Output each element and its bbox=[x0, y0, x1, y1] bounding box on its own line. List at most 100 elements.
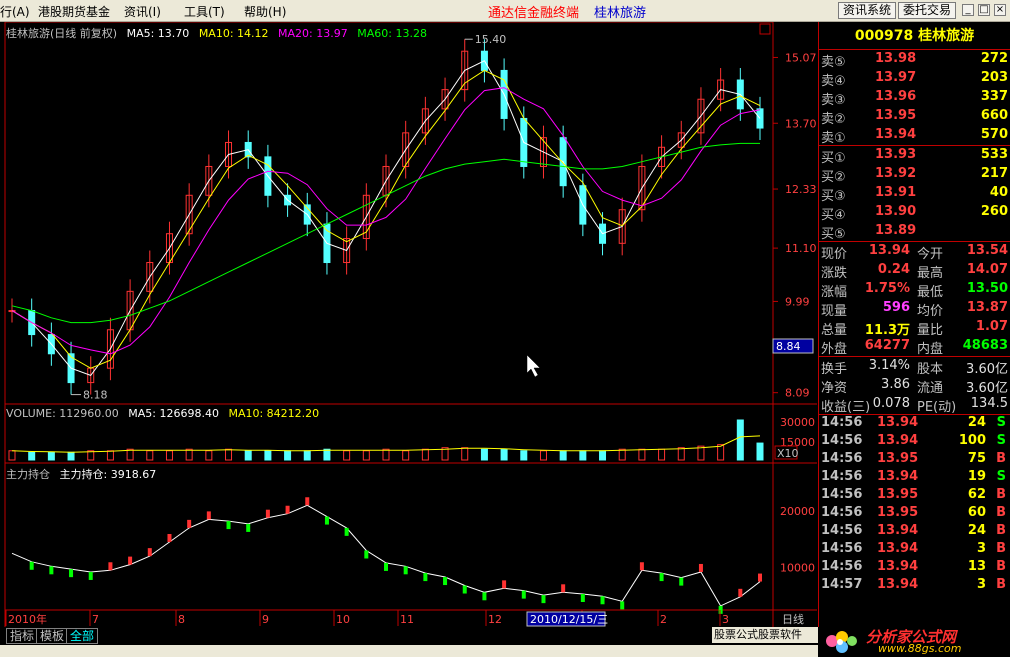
ask-row[interactable]: 卖③ 13.96 337 bbox=[819, 88, 1010, 108]
volume-bar bbox=[28, 451, 36, 461]
bid-label: 买① bbox=[821, 151, 846, 166]
indicator-value: 主力持仓: 3918.67 bbox=[59, 468, 157, 481]
volume-bar bbox=[520, 450, 528, 461]
bid-label: 买④ bbox=[821, 208, 846, 223]
volume-bar bbox=[480, 448, 488, 461]
indicator-bar bbox=[482, 592, 487, 601]
stat-label: 量比 bbox=[917, 323, 944, 338]
volume-bar bbox=[461, 447, 469, 461]
chart-area[interactable]: 15.40 8.18 15.07 13.70 12.33 11.10 9.99 8.09 8.… bbox=[0, 22, 817, 627]
tick-row: 14:57 13.94 3 B bbox=[819, 577, 1010, 595]
minimize-icon[interactable]: _ bbox=[962, 4, 974, 16]
stat-label: 总量 bbox=[821, 323, 848, 338]
quote-stats: 现价 13.94 今开 13.54 涨跌 0.24 最高 14.07 涨幅 1.75% 最低 13.5… bbox=[819, 242, 1010, 357]
tick-side: B bbox=[996, 487, 1006, 502]
mouse-cursor-icon bbox=[526, 354, 541, 378]
ask-row[interactable]: 卖④ 13.97 203 bbox=[819, 69, 1010, 89]
stat-value: 134.5 bbox=[970, 396, 1008, 411]
stat-row: 涨跌 0.24 最高 14.07 bbox=[819, 261, 1010, 281]
indicator-bar bbox=[580, 594, 585, 602]
volume-bar bbox=[225, 448, 233, 461]
stat-value: 3.60亿 bbox=[966, 381, 1008, 396]
ask-row[interactable]: 卖⑤ 13.98 272 bbox=[819, 50, 1010, 70]
menu-item-hk-futures[interactable]: 港股期货基金 bbox=[38, 3, 110, 20]
bid-volume: 260 bbox=[980, 204, 1008, 219]
indicator-bar bbox=[226, 521, 231, 530]
time-axis-label: 8 bbox=[178, 613, 185, 626]
tab-all[interactable]: 全部 bbox=[66, 628, 99, 644]
tick-row: 14:56 13.94 19 S bbox=[819, 469, 1010, 487]
period-label: 日线 bbox=[782, 612, 804, 626]
time-axis-label: 10 bbox=[336, 613, 350, 626]
stat-label: 今开 bbox=[917, 247, 944, 262]
time-axis-label: 11 bbox=[400, 613, 414, 626]
bid-label: 买⑤ bbox=[821, 227, 846, 242]
tick-volume: 62 bbox=[967, 487, 986, 502]
stat-label: 收益(三) bbox=[821, 400, 871, 415]
tick-side: B bbox=[996, 451, 1006, 466]
time-axis-label: 12 bbox=[488, 613, 502, 626]
price-header: 桂林旅游(日线 前复权) MA5: 13.70 MA10: 14.12 MA20… bbox=[6, 25, 433, 41]
price-plot: 15.40 8.18 bbox=[8, 33, 764, 402]
tick-side: B bbox=[996, 559, 1006, 574]
ask-row[interactable]: 卖① 13.94 570 bbox=[819, 126, 1010, 146]
bid-row[interactable]: 买② 13.92 217 bbox=[819, 165, 1010, 185]
ad-banner[interactable]: 股票公式股票软件 bbox=[712, 627, 818, 643]
menu-item-info[interactable]: 资讯(I) bbox=[124, 3, 161, 20]
stat-value: 1.07 bbox=[975, 319, 1008, 334]
logo-url: www.88gs.com bbox=[878, 642, 962, 655]
ask-label: 卖③ bbox=[821, 93, 846, 108]
ask-volume: 337 bbox=[980, 89, 1008, 104]
bid-row[interactable]: 买① 13.93 533 bbox=[819, 146, 1010, 166]
tick-list: 14:56 13.94 24 S 14:56 13.94 100 S 14:56 13.95 75 B… bbox=[819, 415, 1010, 595]
volume-bar bbox=[205, 450, 213, 461]
site-logo: 分析家公式网 www.88gs.com bbox=[818, 627, 1010, 657]
tick-side: B bbox=[996, 541, 1006, 556]
close-icon[interactable]: × bbox=[994, 4, 1006, 16]
low-label: 8.18 bbox=[83, 389, 108, 402]
panel-toggle-icon[interactable] bbox=[759, 23, 771, 35]
ask-row[interactable]: 卖② 13.95 660 bbox=[819, 107, 1010, 127]
tick-price: 13.94 bbox=[877, 469, 919, 484]
tick-side: B bbox=[996, 577, 1006, 592]
high-label: 15.40 bbox=[475, 33, 507, 46]
stat-value: 3.60亿 bbox=[966, 362, 1008, 377]
tick-time: 14:56 bbox=[821, 487, 863, 502]
tick-side: S bbox=[996, 415, 1006, 430]
stat-value: 13.50 bbox=[966, 281, 1008, 296]
tick-price: 13.94 bbox=[877, 541, 919, 556]
indicator-bar bbox=[521, 590, 526, 599]
trade-button[interactable]: 委托交易 bbox=[898, 2, 957, 19]
bid-row[interactable]: 买⑤ 13.89 bbox=[819, 222, 1010, 242]
volume-bar bbox=[67, 451, 75, 461]
info-system-button[interactable]: 资讯系统 bbox=[838, 2, 897, 19]
indicator-bar bbox=[206, 511, 211, 520]
menu-item-tools[interactable]: 工具(T) bbox=[184, 3, 225, 20]
stock-name: 桂林旅游 bbox=[918, 28, 975, 44]
menu-item-help[interactable]: 帮助(H) bbox=[244, 3, 286, 20]
volume-bar bbox=[658, 448, 666, 461]
stat-row: 现价 13.94 今开 13.54 bbox=[819, 242, 1010, 262]
tick-row: 14:56 13.94 3 B bbox=[819, 541, 1010, 559]
volume-bar bbox=[638, 448, 646, 461]
ma5-label: MA5: 13.70 bbox=[126, 27, 190, 40]
volume-bar bbox=[421, 448, 429, 461]
candle-body bbox=[756, 108, 764, 129]
tick-volume: 24 bbox=[967, 415, 986, 430]
bid-row[interactable]: 买④ 13.90 260 bbox=[819, 203, 1010, 223]
tab-template[interactable]: 模板 bbox=[36, 628, 69, 644]
kline-chart[interactable]: 15.40 8.18 15.07 13.70 12.33 11.10 9.99 8.09 8.… bbox=[0, 22, 817, 627]
volume-ma10-label: MA10: 84212.20 bbox=[228, 407, 320, 420]
stat-value: 48683 bbox=[962, 338, 1008, 353]
bid-row[interactable]: 买③ 13.91 40 bbox=[819, 184, 1010, 204]
tab-indicator[interactable]: 指标 bbox=[6, 628, 39, 644]
ma60-label: MA60: 13.28 bbox=[357, 27, 427, 40]
restore-icon[interactable]: □ bbox=[978, 4, 990, 16]
ask-price: 13.94 bbox=[875, 127, 917, 142]
ask-label: 卖② bbox=[821, 112, 846, 127]
volume-unit-label: X10 bbox=[777, 447, 799, 460]
volume-bar bbox=[500, 448, 508, 461]
indicator-header: 主力持仓 主力持仓: 3918.67 bbox=[6, 466, 162, 482]
menu-item-line[interactable]: 行(A) bbox=[0, 3, 30, 20]
indicator-bar bbox=[639, 562, 644, 571]
